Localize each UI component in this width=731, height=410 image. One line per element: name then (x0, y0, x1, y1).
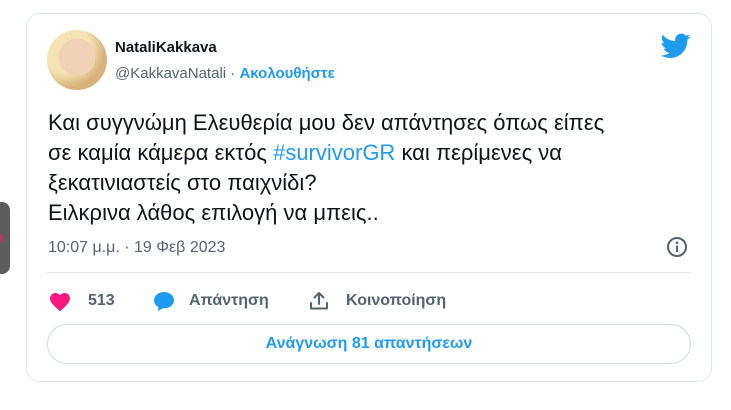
tweet-text-line: ξεκατινιαστείς στο παιχνίδι? (48, 170, 317, 195)
read-replies-button[interactable]: Ανάγνωση 81 απαντήσεων (47, 324, 691, 364)
tweet-card: NataliKakkava @KakkavaNatali · Ακολουθήσ… (26, 13, 712, 382)
share-button[interactable]: Κοινοποίηση (308, 290, 446, 312)
author-display-name[interactable]: NataliKakkava (115, 39, 217, 56)
info-icon[interactable] (666, 236, 688, 258)
reply-bubble-icon (154, 292, 174, 311)
tweet-text-segment: και περίμενες να (395, 140, 563, 165)
tweet-actions: 513 Απάντηση Κοινοποίηση (48, 288, 446, 314)
tweet-timestamp[interactable]: 10:07 μ.μ. · 19 Φεβ 2023 (48, 239, 225, 257)
side-collapse-tab[interactable]: x (0, 202, 10, 274)
tweet-text-line: Ειλκρινα λάθος επιλογή να μπεις.. (48, 200, 379, 225)
divider (47, 272, 691, 273)
close-icon: x (0, 230, 4, 244)
twitter-bird-icon[interactable] (661, 33, 691, 59)
hashtag-link[interactable]: #survivorGR (273, 140, 395, 165)
share-icon (310, 292, 328, 310)
like-count: 513 (88, 292, 115, 309)
tweet-text-segment: σε καμία κάμερα εκτός (48, 140, 274, 165)
avatar[interactable] (47, 30, 107, 90)
author-handle-line: @KakkavaNatali · Ακολουθήστε (115, 65, 335, 82)
tweet-text-line: Και συγγνώμη Ελευθερία μου δεν απάντησες… (48, 110, 605, 135)
share-label: Κοινοποίηση (346, 292, 447, 309)
reply-label: Απάντηση (189, 292, 269, 309)
reply-button[interactable]: Απάντηση (152, 290, 302, 312)
like-button[interactable]: 513 (48, 290, 142, 312)
tweet-text-line: σε καμία κάμερα εκτός #survivorGR και πε… (48, 138, 688, 168)
follow-link[interactable]: Ακολουθήστε (239, 65, 334, 82)
handle-separator: · (226, 65, 240, 82)
tweet-text: Και συγγνώμη Ελευθερία μου δεν απάντησες… (48, 108, 688, 228)
heart-icon (50, 293, 70, 312)
author-handle[interactable]: @KakkavaNatali (115, 65, 226, 82)
